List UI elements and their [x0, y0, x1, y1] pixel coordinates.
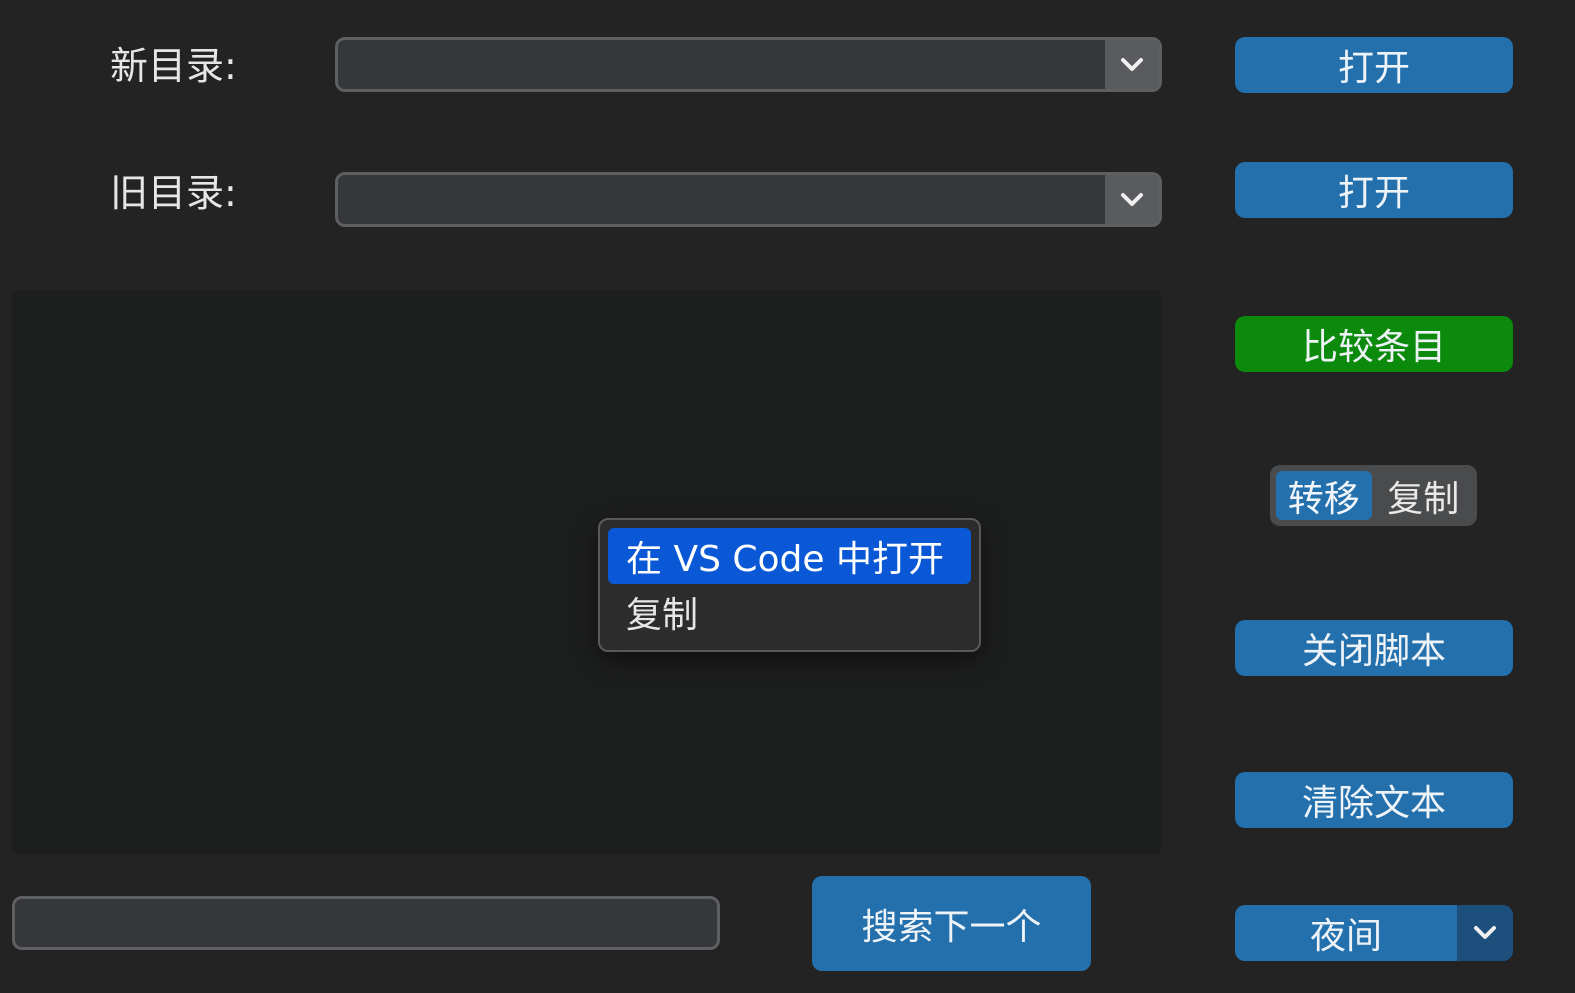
old-dir-dropdown-button[interactable] — [1105, 175, 1159, 224]
new-dir-combobox[interactable] — [335, 37, 1162, 92]
menu-item-open-in-vscode[interactable]: 在 VS Code 中打开 — [608, 528, 971, 584]
menu-item-copy[interactable]: 复制 — [608, 584, 971, 640]
context-menu: 在 VS Code 中打开 复制 — [598, 518, 981, 652]
segment-copy[interactable]: 复制 — [1376, 471, 1472, 520]
new-dir-label: 新目录: — [110, 44, 237, 88]
output-text-area[interactable] — [12, 290, 1162, 855]
theme-dropdown-button[interactable] — [1457, 905, 1513, 961]
open-old-dir-button[interactable]: 打开 — [1235, 162, 1513, 218]
old-dir-label: 旧目录: — [110, 171, 237, 215]
chevron-down-icon — [1474, 926, 1496, 939]
new-dir-dropdown-button[interactable] — [1105, 40, 1159, 89]
open-new-dir-button[interactable]: 打开 — [1235, 37, 1513, 93]
theme-select[interactable]: 夜间 — [1235, 905, 1513, 961]
chevron-down-icon — [1121, 57, 1143, 71]
close-script-button[interactable]: 关闭脚本 — [1235, 620, 1513, 676]
search-next-button[interactable]: 搜索下一个 — [812, 876, 1091, 971]
old-dir-combobox[interactable] — [335, 172, 1162, 227]
compare-entries-button[interactable]: 比较条目 — [1235, 316, 1513, 372]
segment-transfer[interactable]: 转移 — [1276, 471, 1372, 520]
search-input[interactable] — [12, 896, 720, 950]
chevron-down-icon — [1121, 192, 1143, 206]
theme-select-value: 夜间 — [1235, 905, 1457, 961]
mode-segmented-control: 转移 复制 — [1270, 465, 1477, 526]
clear-text-button[interactable]: 清除文本 — [1235, 772, 1513, 828]
